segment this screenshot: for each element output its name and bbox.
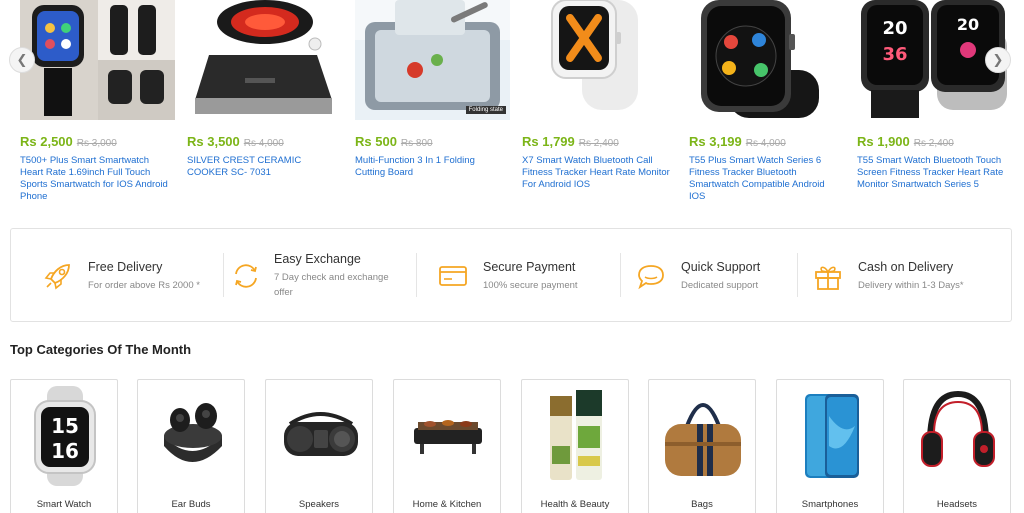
category-ear-buds[interactable]: Ear Buds (137, 379, 245, 513)
category-image: 15 16 (34, 386, 96, 486)
product-title-link[interactable]: T55 Plus Smart Watch Series 6 Fitness Tr… (689, 155, 841, 203)
product-price: Rs 1,799 (522, 134, 575, 149)
card-icon (439, 266, 467, 286)
product-image[interactable] (187, 0, 342, 120)
product-old-price: Rs 2,400 (578, 138, 619, 149)
feature-subtitle: Dedicated support (681, 280, 759, 291)
feature-subtitle: 7 Day check and exchange offer (274, 272, 389, 298)
divider (620, 253, 621, 297)
category-image (284, 412, 358, 456)
category-smart-watch[interactable]: 15 16 Smart Watch (10, 379, 118, 513)
category-label: Ear Buds (171, 499, 211, 510)
divider (223, 253, 224, 297)
feature-subtitle: For order above Rs 2000 * (88, 280, 200, 291)
product-carousel: Rs 2,500 Rs 3,000 T500+ Plus Smart Smartw… (0, 0, 1024, 215)
feature-quick-support: Quick Support Dedicated support (620, 229, 794, 321)
product-price: Rs 3,199 (689, 134, 742, 149)
category-health-beauty[interactable]: Health & Beauty (521, 379, 629, 513)
product-price: Rs 2,500 (20, 134, 73, 149)
category-image (164, 403, 222, 462)
gift-icon (815, 266, 841, 290)
carousel-prev-button[interactable]: ❮ (9, 47, 35, 73)
product-title-link[interactable]: SILVER CREST CERAMIC COOKER SC- 7031 (187, 155, 339, 179)
category-label: Speakers (298, 499, 340, 510)
feature-title: Secure Payment (483, 260, 576, 274)
product-old-price: Rs 4,000 (243, 138, 284, 149)
product-old-price: Rs 2,400 (913, 138, 954, 149)
product-title-link[interactable]: X7 Smart Watch Bluetooth Call Fitness Tr… (522, 155, 674, 191)
product-title-link[interactable]: T500+ Plus Smart Smartwatch Heart Rate 1… (20, 155, 172, 203)
divider (797, 253, 798, 297)
product-image[interactable] (20, 0, 175, 120)
category-label: Bags (691, 499, 713, 510)
category-image (414, 420, 482, 454)
product-title-link[interactable]: T55 Smart Watch Bluetooth Touch Screen F… (857, 155, 1009, 191)
category-bags[interactable]: Bags (648, 379, 756, 513)
category-image (921, 390, 995, 467)
category-label: Smartphones (801, 499, 859, 510)
features-bar: Free Delivery For order above Rs 2000 * … (10, 228, 1012, 322)
category-speakers[interactable]: Speakers (265, 379, 373, 513)
rocket-icon (44, 264, 70, 290)
category-home-kitchen[interactable]: Home & Kitchen (393, 379, 501, 513)
product-card[interactable]: Rs 3,500 Rs 4,000 SILVER CREST CERAMIC CO… (187, 0, 342, 178)
product-image[interactable] (522, 0, 677, 120)
category-label: Home & Kitchen (412, 499, 482, 510)
product-card[interactable]: Folding state Rs 500 Rs 800 Multi-Functio… (355, 0, 510, 178)
feature-free-delivery: Free Delivery For order above Rs 2000 * (41, 229, 221, 321)
category-label: Headsets (936, 499, 978, 510)
feature-easy-exchange: Easy Exchange 7 Day check and exchange o… (223, 229, 414, 321)
category-image (665, 403, 741, 476)
chat-icon (638, 265, 664, 290)
product-card[interactable]: Rs 3,199 Rs 4,000 T55 Plus Smart Watch Se… (689, 0, 844, 202)
exchange-icon (235, 264, 257, 288)
product-price: Rs 1,900 (857, 134, 910, 149)
product-title-link[interactable]: Multi-Function 3 In 1 Folding Cutting Bo… (355, 155, 507, 179)
category-image (805, 394, 859, 478)
carousel-next-button[interactable]: ❯ (985, 47, 1011, 73)
category-label: Smart Watch (36, 499, 92, 510)
product-card[interactable]: Rs 1,799 Rs 2,400 X7 Smart Watch Bluetoot… (522, 0, 677, 190)
category-image (550, 390, 602, 480)
section-title: Top Categories Of The Month (10, 342, 192, 357)
product-old-price: Rs 3,000 (76, 138, 117, 149)
feature-title: Easy Exchange (274, 252, 361, 266)
svg-text:16: 16 (51, 439, 79, 463)
feature-title: Quick Support (681, 260, 761, 274)
feature-secure-payment: Secure Payment 100% secure payment (416, 229, 616, 321)
category-headsets[interactable]: Headsets (903, 379, 1011, 513)
chevron-right-icon: ❯ (992, 52, 1004, 67)
chevron-left-icon: ❮ (16, 52, 28, 67)
feature-cash-on-delivery: Cash on Delivery Delivery within 1-3 Day… (797, 229, 991, 321)
category-label: Health & Beauty (540, 499, 610, 510)
feature-title: Cash on Delivery (858, 260, 954, 274)
product-image[interactable] (689, 0, 844, 120)
product-image[interactable]: Folding state (355, 0, 510, 120)
product-price: Rs 500 (355, 134, 397, 149)
svg-text:36: 36 (882, 44, 907, 65)
image-caption: Folding state (465, 106, 506, 114)
product-price: Rs 3,500 (187, 134, 240, 149)
feature-subtitle: Delivery within 1-3 Days* (858, 280, 964, 291)
svg-text:20: 20 (957, 15, 979, 34)
product-card[interactable]: Rs 2,500 Rs 3,000 T500+ Plus Smart Smartw… (20, 0, 175, 202)
divider (416, 253, 417, 297)
feature-title: Free Delivery (88, 260, 163, 274)
feature-subtitle: 100% secure payment (483, 280, 578, 291)
product-old-price: Rs 4,000 (745, 138, 786, 149)
svg-text:20: 20 (882, 18, 907, 39)
product-old-price: Rs 800 (400, 138, 433, 149)
svg-text:15: 15 (51, 414, 79, 438)
category-smartphones[interactable]: Smartphones (776, 379, 884, 513)
